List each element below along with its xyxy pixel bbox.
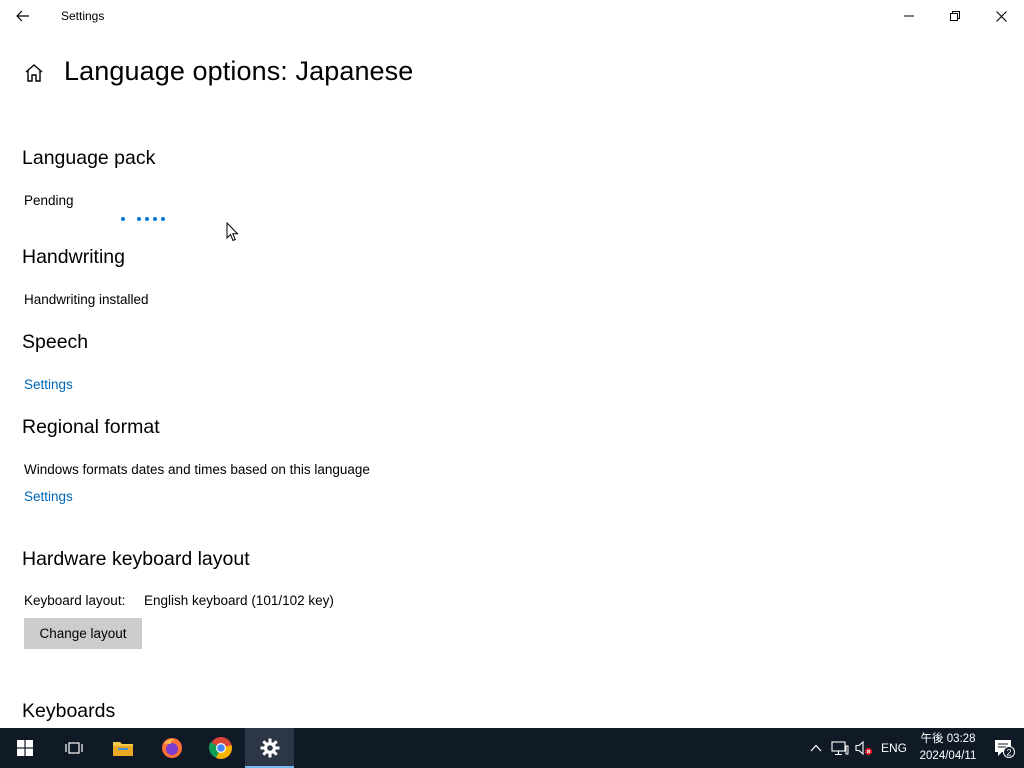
- restore-button[interactable]: [932, 0, 978, 32]
- language-pack-heading: Language pack: [22, 147, 156, 169]
- clock-time: 午後 03:28: [920, 733, 976, 745]
- clock-date: 2024/04/11: [919, 750, 977, 762]
- progress-dot: [153, 217, 157, 221]
- windows-logo-icon: [16, 740, 33, 756]
- volume-button[interactable]: [852, 728, 876, 768]
- handwriting-status: Handwriting installed: [24, 292, 149, 307]
- page-title: Language options: Japanese: [64, 56, 414, 86]
- home-button[interactable]: [23, 62, 45, 84]
- change-layout-button[interactable]: Change layout: [24, 618, 142, 649]
- progress-dot: [121, 217, 125, 221]
- minimize-button[interactable]: [886, 0, 932, 32]
- home-icon: [25, 64, 43, 82]
- speech-heading: Speech: [22, 331, 89, 353]
- system-tray: ENG 午後 03:28 2024/04/11 2: [804, 728, 1024, 768]
- language-pack-status: Pending: [24, 193, 74, 208]
- clock[interactable]: 午後 03:28 2024/04/11: [912, 731, 984, 765]
- arrow-left-icon: [16, 10, 29, 22]
- window-controls: [886, 0, 1024, 32]
- firefox-icon: [161, 738, 182, 758]
- input-language-indicator[interactable]: ENG: [876, 741, 912, 755]
- keyboard-layout-label: Keyboard layout:: [24, 593, 126, 608]
- start-button[interactable]: [0, 728, 49, 768]
- minimize-icon: [904, 15, 914, 17]
- keyboard-layout-value: English keyboard (101/102 key): [144, 593, 334, 608]
- chevron-up-icon: [810, 744, 822, 752]
- speech-settings-link[interactable]: Settings: [24, 377, 73, 392]
- gear-icon: [260, 738, 279, 758]
- folder-icon: [112, 742, 133, 756]
- hardware-keyboard-heading: Hardware keyboard layout: [22, 548, 250, 570]
- show-hidden-icons-button[interactable]: [804, 728, 828, 768]
- restore-icon: [950, 11, 960, 21]
- notification-count: 2: [1006, 748, 1011, 758]
- network-button[interactable]: [828, 728, 852, 768]
- firefox-button[interactable]: [147, 728, 196, 768]
- settings-taskbar-button[interactable]: [245, 728, 294, 768]
- volume-muted-icon: [855, 740, 873, 756]
- close-icon: [995, 10, 1007, 22]
- task-view-button[interactable]: [49, 728, 98, 768]
- progress-dot: [161, 217, 165, 221]
- chrome-icon: [208, 737, 232, 759]
- keyboards-heading: Keyboards: [22, 700, 116, 722]
- notification-icon: 2: [995, 740, 1015, 758]
- progress-dot: [137, 217, 141, 221]
- mouse-cursor-icon: [226, 222, 239, 242]
- regional-format-heading: Regional format: [22, 416, 160, 438]
- close-button[interactable]: [978, 0, 1024, 32]
- progress-dot: [145, 217, 149, 221]
- task-view-icon: [64, 742, 83, 754]
- file-explorer-button[interactable]: [98, 728, 147, 768]
- title-bar: Settings: [0, 0, 1024, 32]
- network-icon: [831, 741, 849, 756]
- taskbar: ENG 午後 03:28 2024/04/11 2: [0, 728, 1024, 768]
- chrome-button[interactable]: [196, 728, 245, 768]
- regional-format-settings-link[interactable]: Settings: [24, 489, 73, 504]
- window-title: Settings: [61, 9, 105, 23]
- progress-dots: [121, 217, 169, 223]
- back-button[interactable]: [0, 0, 46, 32]
- handwriting-heading: Handwriting: [22, 246, 125, 268]
- regional-format-description: Windows formats dates and times based on…: [24, 462, 370, 477]
- action-center-button[interactable]: 2: [984, 728, 1024, 768]
